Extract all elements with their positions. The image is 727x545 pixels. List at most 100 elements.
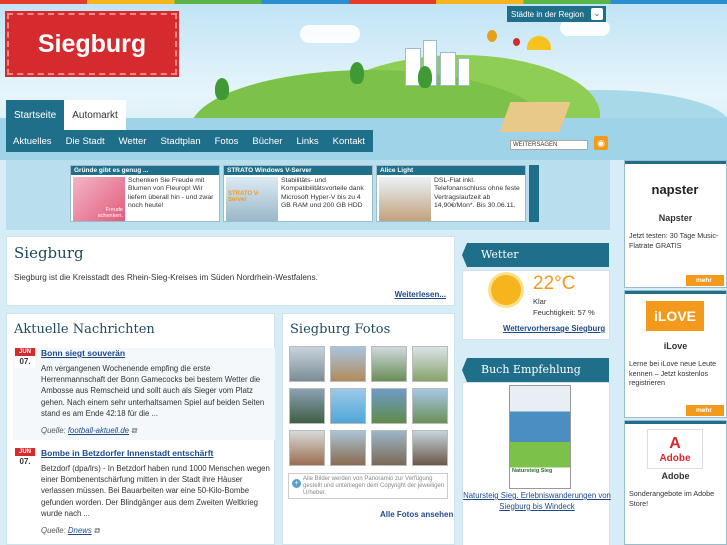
ad-fleurop[interactable]: Gründe gibt es genug ... Freude schenken…	[70, 165, 220, 222]
photo-thumbnail[interactable]	[289, 346, 325, 382]
cloud	[300, 25, 360, 43]
region-dropdown[interactable]: Städte in der Region ⌄	[507, 6, 606, 22]
book-panel: Natursteig Sieg Natursteig Sieg. Erlebni…	[462, 382, 611, 545]
ad-strip: Gründe gibt es genug ... Freude schenken…	[6, 160, 610, 230]
tree	[215, 78, 229, 100]
photo-thumbnail[interactable]	[330, 430, 366, 466]
ad-name: Adobe	[661, 471, 690, 481]
site-logo[interactable]: Siegburg	[5, 11, 179, 77]
photo-thumbnail[interactable]	[330, 346, 366, 382]
book-cover-title: Natursteig Sieg	[512, 468, 553, 474]
ad-top-bar	[625, 421, 726, 424]
photo-thumbnail[interactable]	[412, 388, 448, 424]
strato-image: STRATO V-Server	[226, 177, 278, 221]
nav-item-die-stadt[interactable]: Die Stadt	[59, 136, 112, 147]
nav-item-wetter[interactable]: Wetter	[112, 136, 154, 147]
date-badge: JUN 07.	[15, 448, 35, 468]
flowers-image: Freude schenken.	[73, 177, 125, 221]
ad-desc: Jetzt testen: 30 Tage Music-Flatrate GRA…	[629, 231, 719, 250]
news-source-link[interactable]: Dnews	[68, 526, 92, 535]
ad-ilove[interactable]: iLOVE iLove Lerne bei iLove neue Leute k…	[624, 290, 727, 418]
balloon	[513, 38, 520, 46]
photo-thumbnail[interactable]	[289, 430, 325, 466]
ad-top-bar	[625, 161, 726, 164]
all-photos-link[interactable]: Alle Fotos ansehen	[380, 510, 453, 519]
ad-strato[interactable]: STRATO Windows V-Server STRATO V-Server …	[223, 165, 373, 222]
chevron-down-icon: ⌄	[591, 8, 603, 20]
rss-icon[interactable]: ◉	[594, 136, 608, 150]
ad-adobe[interactable]: A Adobe Adobe Sonderangebote im Adobe Sto…	[624, 420, 727, 545]
more-button[interactable]: mehr	[686, 275, 724, 286]
tab-startseite[interactable]: Startseite	[6, 100, 65, 130]
nav-item-buecher[interactable]: Bücher	[245, 136, 289, 147]
photo-thumbnail[interactable]	[371, 430, 407, 466]
ad-title: Gründe gibt es genug ...	[71, 166, 219, 175]
tab-automarkt[interactable]: Automarkt	[64, 100, 126, 130]
ad-alice[interactable]: Alice Light DSL-Flat inkl. Telefonanschl…	[376, 165, 526, 222]
ad-name: Napster	[658, 213, 693, 223]
ad-napster[interactable]: napster Napster Jetzt testen: 30 Tage Mu…	[624, 160, 727, 288]
logo-text: napster	[651, 181, 699, 197]
top-tabs: Startseite Automarkt	[6, 100, 126, 130]
building	[458, 58, 470, 86]
ad-text: Stabilitäts- und Kompatibilitätsvorteile…	[281, 177, 364, 210]
date-badge: JUN 07.	[15, 348, 35, 368]
photo-copyright-note: + Alle Bilder werden von Panoramio zur V…	[288, 473, 448, 499]
news-item: JUN 07. Bombe in Betzdorfer Innenstadt e…	[13, 448, 275, 540]
ad-img-caption: Freude schenken.	[97, 207, 123, 219]
forecast-link[interactable]: Wettervorhersage Siegburg	[503, 324, 605, 333]
photo-thumbnail[interactable]	[371, 346, 407, 382]
humidity: Feuchtigkeit: 57 %	[533, 308, 595, 317]
pier	[499, 102, 571, 132]
read-more-link[interactable]: Weiterlesen...	[395, 290, 446, 299]
sun-graphic	[527, 36, 551, 50]
photo-note-text: Alle Bilder werden von Panoramio zur Ver…	[303, 476, 445, 496]
ad-text: Schenken Sie Freude mit Blumen von Fleur…	[128, 177, 214, 210]
date-day: 07.	[15, 456, 35, 468]
share-button[interactable]: WEITERSAGEN	[510, 140, 588, 150]
book-link[interactable]: Natursteig Sieg. Erlebniswanderungen von…	[463, 491, 611, 512]
nav-item-aktuelles[interactable]: Aktuelles	[6, 136, 59, 147]
main-nav: Aktuelles Die Stadt Wetter Stadtplan Fot…	[6, 130, 373, 152]
photo-thumbnail[interactable]	[412, 430, 448, 466]
weather-condition: Klar	[533, 297, 547, 306]
intro-panel: Siegburg Siegburg ist die Kreisstadt des…	[6, 236, 455, 306]
nav-item-kontakt[interactable]: Kontakt	[326, 136, 372, 147]
date-month: JUN	[15, 348, 35, 356]
ad-title: STRATO Windows V-Server	[224, 166, 372, 175]
news-body: Am vergangenen Wochenende empfing die er…	[41, 364, 265, 418]
photo-thumbnail[interactable]	[371, 388, 407, 424]
temperature: 22°C	[533, 273, 576, 294]
nav-item-links[interactable]: Links	[289, 136, 325, 147]
logo-text: iLOVE	[653, 308, 696, 324]
logo-text: Siegburg	[37, 29, 147, 58]
ad-side-label	[529, 165, 539, 222]
book-cover[interactable]: Natursteig Sieg	[509, 385, 571, 489]
more-button[interactable]: mehr	[686, 405, 724, 416]
intro-text: Siegburg ist die Kreisstadt des Rhein-Si…	[14, 273, 318, 282]
tree	[418, 66, 432, 88]
news-headline-link[interactable]: Bombe in Betzdorfer Innenstadt entschärf…	[41, 448, 213, 458]
nav-item-stadtplan[interactable]: Stadtplan	[153, 136, 207, 147]
date-month: JUN	[15, 448, 35, 456]
nav-item-fotos[interactable]: Fotos	[208, 136, 246, 147]
photo-thumbnail[interactable]	[330, 388, 366, 424]
news-panel: Aktuelle Nachrichten JUN 07. Bonn siegt …	[6, 313, 275, 545]
tree	[350, 62, 364, 84]
panoramio-icon: +	[292, 479, 301, 488]
adobe-icon: A	[669, 434, 681, 452]
news-source-link[interactable]: football-aktuell.de	[68, 426, 129, 435]
ad-top-bar	[625, 291, 726, 294]
alice-image	[379, 177, 431, 221]
news-source: Quelle: Dnews ⧉	[41, 526, 100, 535]
napster-logo: napster	[643, 169, 707, 209]
source-label: Quelle:	[41, 526, 66, 535]
logo-text: Adobe	[659, 452, 691, 464]
share-label: WEITERSAGEN	[513, 142, 558, 148]
photo-thumbnail[interactable]	[289, 388, 325, 424]
adobe-logo: A Adobe	[647, 429, 703, 469]
ad-title: Alice Light	[377, 166, 525, 175]
news-headline-link[interactable]: Bonn siegt souverän	[41, 348, 125, 358]
photo-thumbnail[interactable]	[412, 346, 448, 382]
news-source: Quelle: football-aktuell.de ⧉	[41, 426, 137, 435]
